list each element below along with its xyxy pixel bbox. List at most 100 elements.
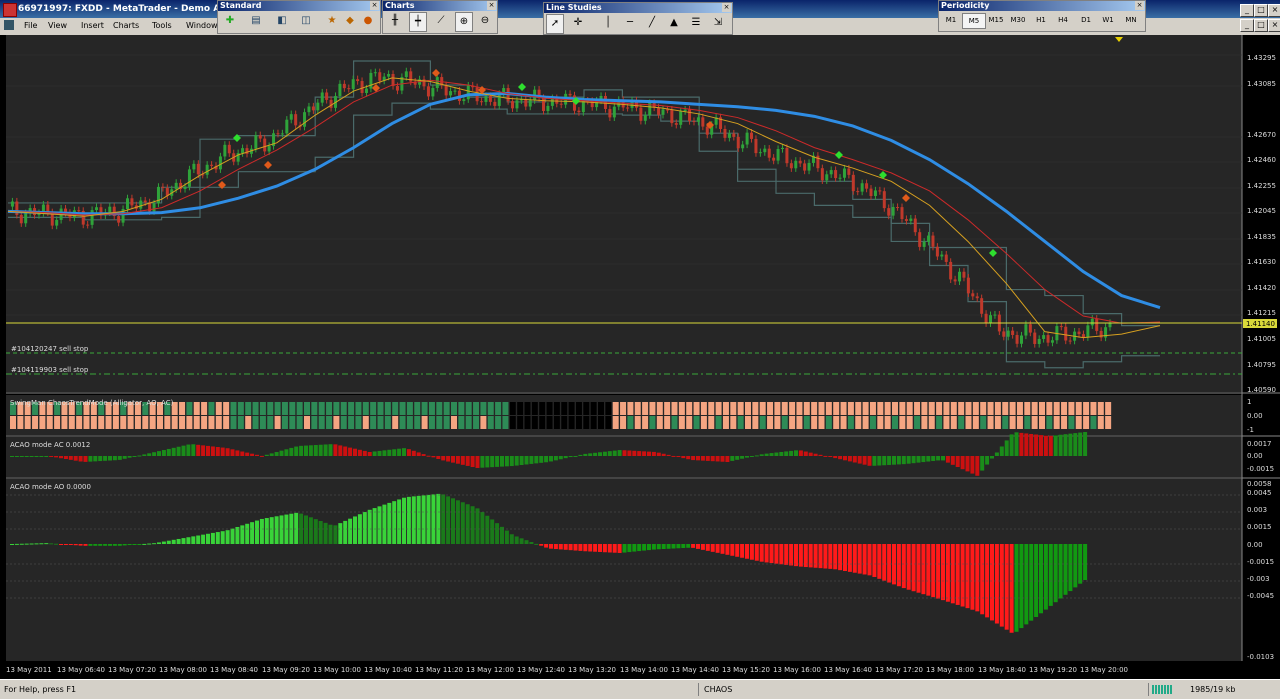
trend-block (862, 402, 869, 415)
ac-bar (426, 455, 431, 457)
ac-bar (696, 456, 700, 461)
trend-block (208, 416, 215, 429)
crosshair-icon[interactable]: ✛ (570, 14, 586, 32)
period-m5[interactable]: M5 (962, 13, 986, 29)
close-icon[interactable]: × (722, 3, 731, 12)
period-mn[interactable]: MN (1120, 13, 1142, 27)
trend-block (1083, 416, 1090, 429)
candle-body (661, 109, 665, 115)
trend-block (796, 416, 803, 429)
period-w1[interactable]: W1 (1097, 13, 1119, 27)
period-m1[interactable]: M1 (940, 13, 962, 27)
ac-bar (108, 456, 112, 461)
data-window-icon[interactable]: ◫ (298, 12, 314, 30)
fibonacci-icon[interactable]: ☰ (688, 14, 704, 32)
trend-block (377, 402, 384, 415)
trend-block (61, 416, 68, 429)
candle-body (993, 314, 997, 316)
horizontal-line-icon[interactable]: ─ (622, 14, 638, 32)
trend-block (972, 416, 979, 429)
scale-tick: 0.0017 (1247, 440, 1272, 448)
period-m15[interactable]: M15 (985, 13, 1007, 27)
shapes-icon[interactable]: ▲ (666, 14, 682, 32)
candle-body (767, 148, 771, 158)
order-label[interactable]: #104119903 sell stop (11, 366, 89, 374)
menu-file[interactable]: File (24, 18, 37, 33)
document-icon[interactable] (4, 20, 14, 30)
ao-bar (83, 544, 88, 546)
candle-body (263, 138, 267, 152)
trend-block (803, 402, 810, 415)
candle-body (683, 109, 687, 112)
ac-bar (593, 452, 598, 456)
expert-advisors-icon[interactable]: ● (360, 12, 376, 30)
time-tick: 13 May 19:20 (1029, 666, 1077, 674)
trend-block (1075, 416, 1082, 429)
ao-bar (681, 544, 686, 549)
menu-charts[interactable]: Charts (113, 18, 139, 33)
order-label[interactable]: #104120247 sell stop (11, 345, 89, 353)
candle-body (223, 144, 227, 157)
bar-chart-icon[interactable]: ╫ (387, 12, 403, 30)
vertical-line-icon[interactable]: │ (600, 14, 616, 32)
navigator-icon[interactable]: ★ (324, 12, 340, 30)
period-h4[interactable]: H4 (1052, 13, 1074, 27)
ac-bar (666, 454, 671, 456)
menu-tools[interactable]: Tools (152, 18, 172, 33)
ao-scale: 0.0058 0.0045 0.003 0.0015 0.00 -0.0015 … (1247, 480, 1274, 661)
candle-body (847, 168, 851, 175)
candle-body (723, 128, 727, 138)
ac-bar (892, 456, 896, 465)
market-watch-icon[interactable]: ◧ (274, 12, 290, 30)
text-tools-icon[interactable]: ⇲ (710, 14, 726, 32)
candle-body (913, 218, 917, 233)
child-close-button[interactable]: × (1268, 19, 1280, 32)
trend-block (1009, 402, 1016, 415)
menu-window[interactable]: Window (186, 18, 218, 33)
candlestick-icon[interactable]: ┿ (409, 12, 427, 32)
ac-bar (1063, 434, 1068, 456)
line-chart-icon[interactable]: ⟋ (433, 12, 449, 30)
ac-bar (406, 449, 411, 456)
menu-view[interactable]: View (48, 18, 67, 33)
ac-bar (240, 451, 245, 456)
close-icon[interactable]: × (1135, 1, 1144, 10)
period-m30[interactable]: M30 (1007, 13, 1029, 27)
ao-bar (93, 544, 98, 546)
time-tick: 13 May 07:20 (108, 666, 156, 674)
ac-bar (284, 449, 289, 456)
child-restore-button[interactable]: □ (1254, 19, 1268, 32)
trend-block (869, 416, 876, 429)
ac-bar (54, 456, 59, 458)
candle-body (780, 147, 784, 150)
terminal-icon[interactable]: ◆ (342, 12, 358, 30)
close-icon[interactable]: × (370, 1, 379, 10)
candle-body (798, 160, 802, 164)
trendline-icon[interactable]: ╱ (644, 14, 660, 32)
trend-block (620, 416, 627, 429)
zoom-in-icon[interactable]: ⊕ (455, 12, 473, 32)
zoom-out-icon[interactable]: ⊖ (477, 12, 493, 30)
ac-bar (338, 445, 343, 456)
chart-window[interactable]: #104120247 sell stop #104119903 sell sto… (0, 35, 1280, 679)
candle-body (1046, 335, 1050, 343)
candle-body (395, 86, 399, 91)
menu-insert[interactable]: Insert (81, 18, 104, 33)
trend-block (134, 416, 141, 429)
ao-bar (931, 544, 936, 598)
profiles-icon[interactable]: ▤ (248, 12, 264, 30)
maximize-button[interactable]: □ (1254, 4, 1268, 17)
chart-canvas[interactable]: #104120247 sell stop #104119903 sell sto… (0, 35, 1280, 679)
cursor-icon[interactable]: ➚ (546, 14, 564, 34)
price-scale: 1.43295 1.43085 1.42670 1.42460 1.42255 … (1247, 54, 1276, 394)
close-button[interactable]: × (1268, 4, 1280, 17)
minimize-button[interactable]: _ (1240, 4, 1254, 17)
ao-bar (416, 495, 421, 544)
ao-bar (524, 540, 529, 544)
new-chart-icon[interactable]: ✚ (222, 12, 238, 30)
period-d1[interactable]: D1 (1075, 13, 1097, 27)
trend-block (215, 416, 222, 429)
close-icon[interactable]: × (487, 1, 496, 10)
period-h1[interactable]: H1 (1030, 13, 1052, 27)
child-minimize-button[interactable]: _ (1240, 19, 1254, 32)
